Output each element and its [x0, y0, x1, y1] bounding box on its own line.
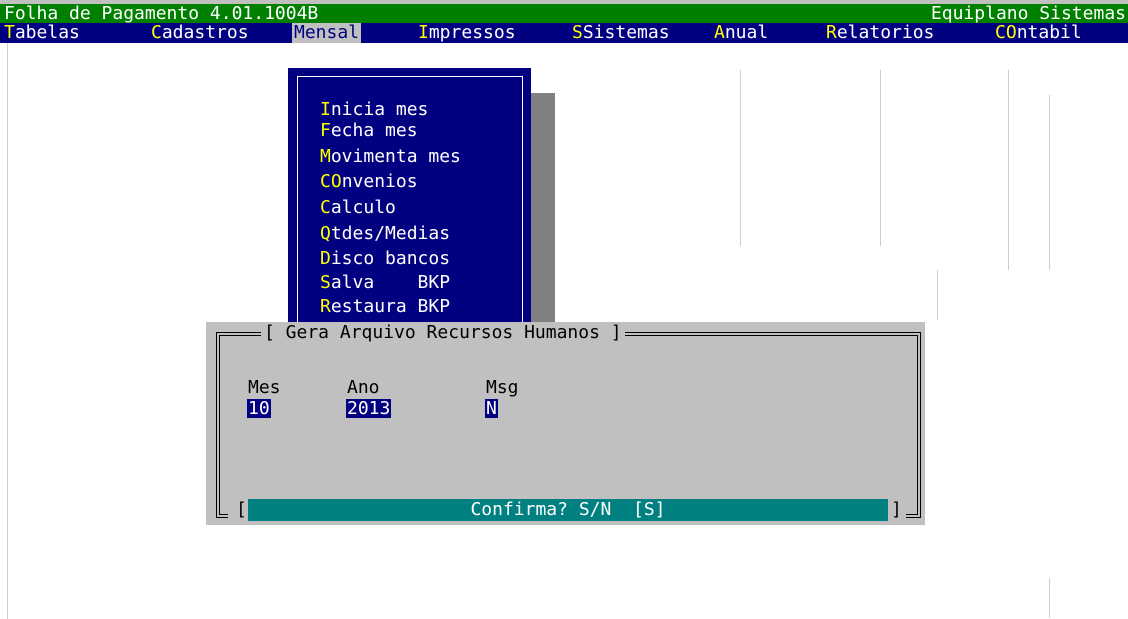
hotkey: I [320, 99, 331, 120]
menu-item-calculo[interactable]: Calculo [320, 198, 396, 218]
menu-item-convenios[interactable]: COnvenios [320, 172, 418, 192]
menu-item-label: alva BKP [330, 272, 451, 293]
background-divider [7, 43, 8, 619]
background-divider [1049, 578, 1050, 618]
menu-label: ntabil [1016, 22, 1082, 43]
background-divider [937, 270, 938, 320]
msg-input[interactable]: N [485, 399, 498, 418]
background-divider [740, 70, 741, 246]
menu-cadastros[interactable]: Cadastros [151, 23, 249, 43]
confirm-prompt[interactable]: Confirma? S/N [S] [248, 499, 888, 521]
menu-item-label: nvenios [341, 171, 418, 192]
menu-anual[interactable]: Anual [714, 23, 768, 43]
menu-item-salva-bkp[interactable]: Salva BKP [320, 273, 450, 293]
hotkey: R [320, 296, 331, 317]
hotkey: D [320, 248, 331, 269]
menu-label: abelas [14, 22, 80, 43]
ano-label: Ano [347, 377, 380, 398]
menu-item-fecha-mes[interactable]: Fecha mes [320, 121, 418, 141]
hotkey: S [320, 272, 331, 293]
menu-label: nual [724, 22, 769, 43]
dialog-frame [216, 332, 921, 518]
confirm-bar: [ Confirma? S/N [S] ] [228, 498, 906, 522]
menu-item-label: ovimenta mes [330, 146, 461, 167]
menu-item-label: estaura BKP [330, 296, 451, 317]
hotkey: A [714, 22, 725, 43]
menu-item-label: echa mes [330, 120, 418, 141]
background-divider [880, 70, 881, 246]
title-bar: Folha de Pagamento 4.01.1004B Equiplano … [0, 4, 1128, 23]
menu-item-label: tdes/Medias [330, 223, 451, 244]
menu-item-inicia-mes[interactable]: Inicia mes [320, 100, 428, 120]
msg-label: Msg [486, 377, 519, 398]
menu-label: Mensal [294, 22, 360, 43]
menu-label: Sistemas [582, 22, 670, 43]
hotkey: Q [320, 223, 331, 244]
menu-bar: Tabelas Cadastros Mensal Impressos SSist… [0, 23, 1128, 43]
hotkey: C [151, 22, 162, 43]
mensal-dropdown: Inicia mes Fecha mes Movimenta mes COnve… [288, 68, 531, 337]
menu-label: adastros [161, 22, 249, 43]
hotkey: S [572, 22, 583, 43]
menu-item-label: nicia mes [330, 99, 429, 120]
gera-arquivo-dialog: [ Gera Arquivo Recursos Humanos ] Mes 10… [206, 322, 925, 525]
app-title: Folha de Pagamento 4.01.1004B [4, 3, 319, 24]
menu-shadow [531, 93, 555, 325]
menu-relatorios[interactable]: Relatorios [826, 23, 934, 43]
menu-item-disco-bancos[interactable]: Disco bancos [320, 249, 450, 269]
hotkey: I [418, 22, 429, 43]
menu-contabil[interactable]: COntabil [995, 23, 1082, 43]
menu-label: mpressos [428, 22, 516, 43]
mes-label: Mes [248, 377, 281, 398]
hotkey: CO [320, 171, 342, 192]
menu-ssistemas[interactable]: SSistemas [572, 23, 670, 43]
menu-tabelas[interactable]: Tabelas [4, 23, 80, 43]
hotkey: C [320, 197, 331, 218]
dialog-title: [ Gera Arquivo Recursos Humanos ] [261, 323, 625, 343]
menu-impressos[interactable]: Impressos [418, 23, 516, 43]
menu-item-movimenta-mes[interactable]: Movimenta mes [320, 147, 461, 167]
hotkey: F [320, 120, 331, 141]
menu-item-label: isco bancos [330, 248, 451, 269]
hotkey: T [4, 22, 15, 43]
ano-input[interactable]: 2013 [346, 399, 392, 418]
menu-item-restaura-bkp[interactable]: Restaura BKP [320, 297, 450, 317]
confirm-bracket-right: ] [891, 499, 902, 520]
menu-item-label: alculo [330, 197, 396, 218]
hotkey: R [826, 22, 837, 43]
hotkey: CO [995, 22, 1017, 43]
mes-input[interactable]: 10 [247, 399, 271, 418]
background-divider [1008, 70, 1009, 270]
company-name: Equiplano Sistemas [930, 3, 1126, 24]
hotkey: M [320, 146, 331, 167]
menu-mensal[interactable]: Mensal [292, 22, 362, 43]
menu-label: elatorios [836, 22, 935, 43]
menu-item-qtdes-medias[interactable]: Qtdes/Medias [320, 224, 450, 244]
background-divider [1049, 95, 1050, 270]
confirm-bracket-left: [ [236, 499, 247, 520]
